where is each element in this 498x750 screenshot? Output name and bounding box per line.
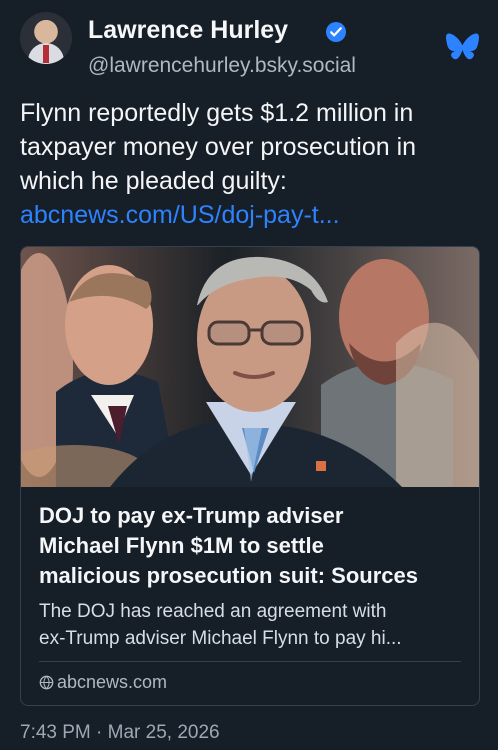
article-description-line: The DOJ has reached an agreement with [39, 601, 387, 622]
article-link[interactable]: abcnews.com/US/doj-pay-t... [20, 198, 478, 232]
verified-badge-icon [326, 22, 346, 42]
author-name[interactable]: Lawrence Hurley [88, 16, 288, 45]
post-text: Flynn reportedly gets $1.2 million in ta… [20, 96, 478, 232]
article-title[interactable]: DOJ to pay ex-Trump adviser Michael Flyn… [39, 501, 463, 591]
article-source-domain: abcnews.com [57, 672, 168, 692]
avatar[interactable] [20, 12, 72, 64]
avatar-tie [43, 45, 49, 63]
bluesky-butterfly-icon[interactable] [446, 32, 479, 62]
article-title-line: Michael Flynn $1M to settle [39, 533, 324, 558]
article-description: The DOJ has reached an agreement with ex… [39, 598, 463, 652]
article-source[interactable]: abcnews.com [39, 672, 167, 693]
card-divider [39, 661, 461, 662]
post-text-line: taxpayer money over prosecution in [20, 133, 417, 161]
post-header: Lawrence Hurley @lawrencehurley.bsky.soc… [20, 12, 480, 78]
article-title-line: malicious prosecution suit: Sources [39, 563, 418, 588]
post-timestamp[interactable]: 7:43 PM · Mar 25, 2026 [20, 722, 220, 744]
article-description-line: ex-Trump adviser Michael Flynn to pay hi… [39, 628, 402, 649]
globe-icon [39, 675, 54, 690]
post-text-line: which he pleaded guilty: [20, 167, 287, 195]
post-text-line: Flynn reportedly gets $1.2 million in [20, 99, 414, 127]
article-photo[interactable] [21, 247, 479, 487]
author-handle[interactable]: @lawrencehurley.bsky.social [88, 54, 356, 78]
article-title-line: DOJ to pay ex-Trump adviser [39, 503, 344, 528]
link-preview-card[interactable]: DOJ to pay ex-Trump adviser Michael Flyn… [20, 246, 480, 706]
